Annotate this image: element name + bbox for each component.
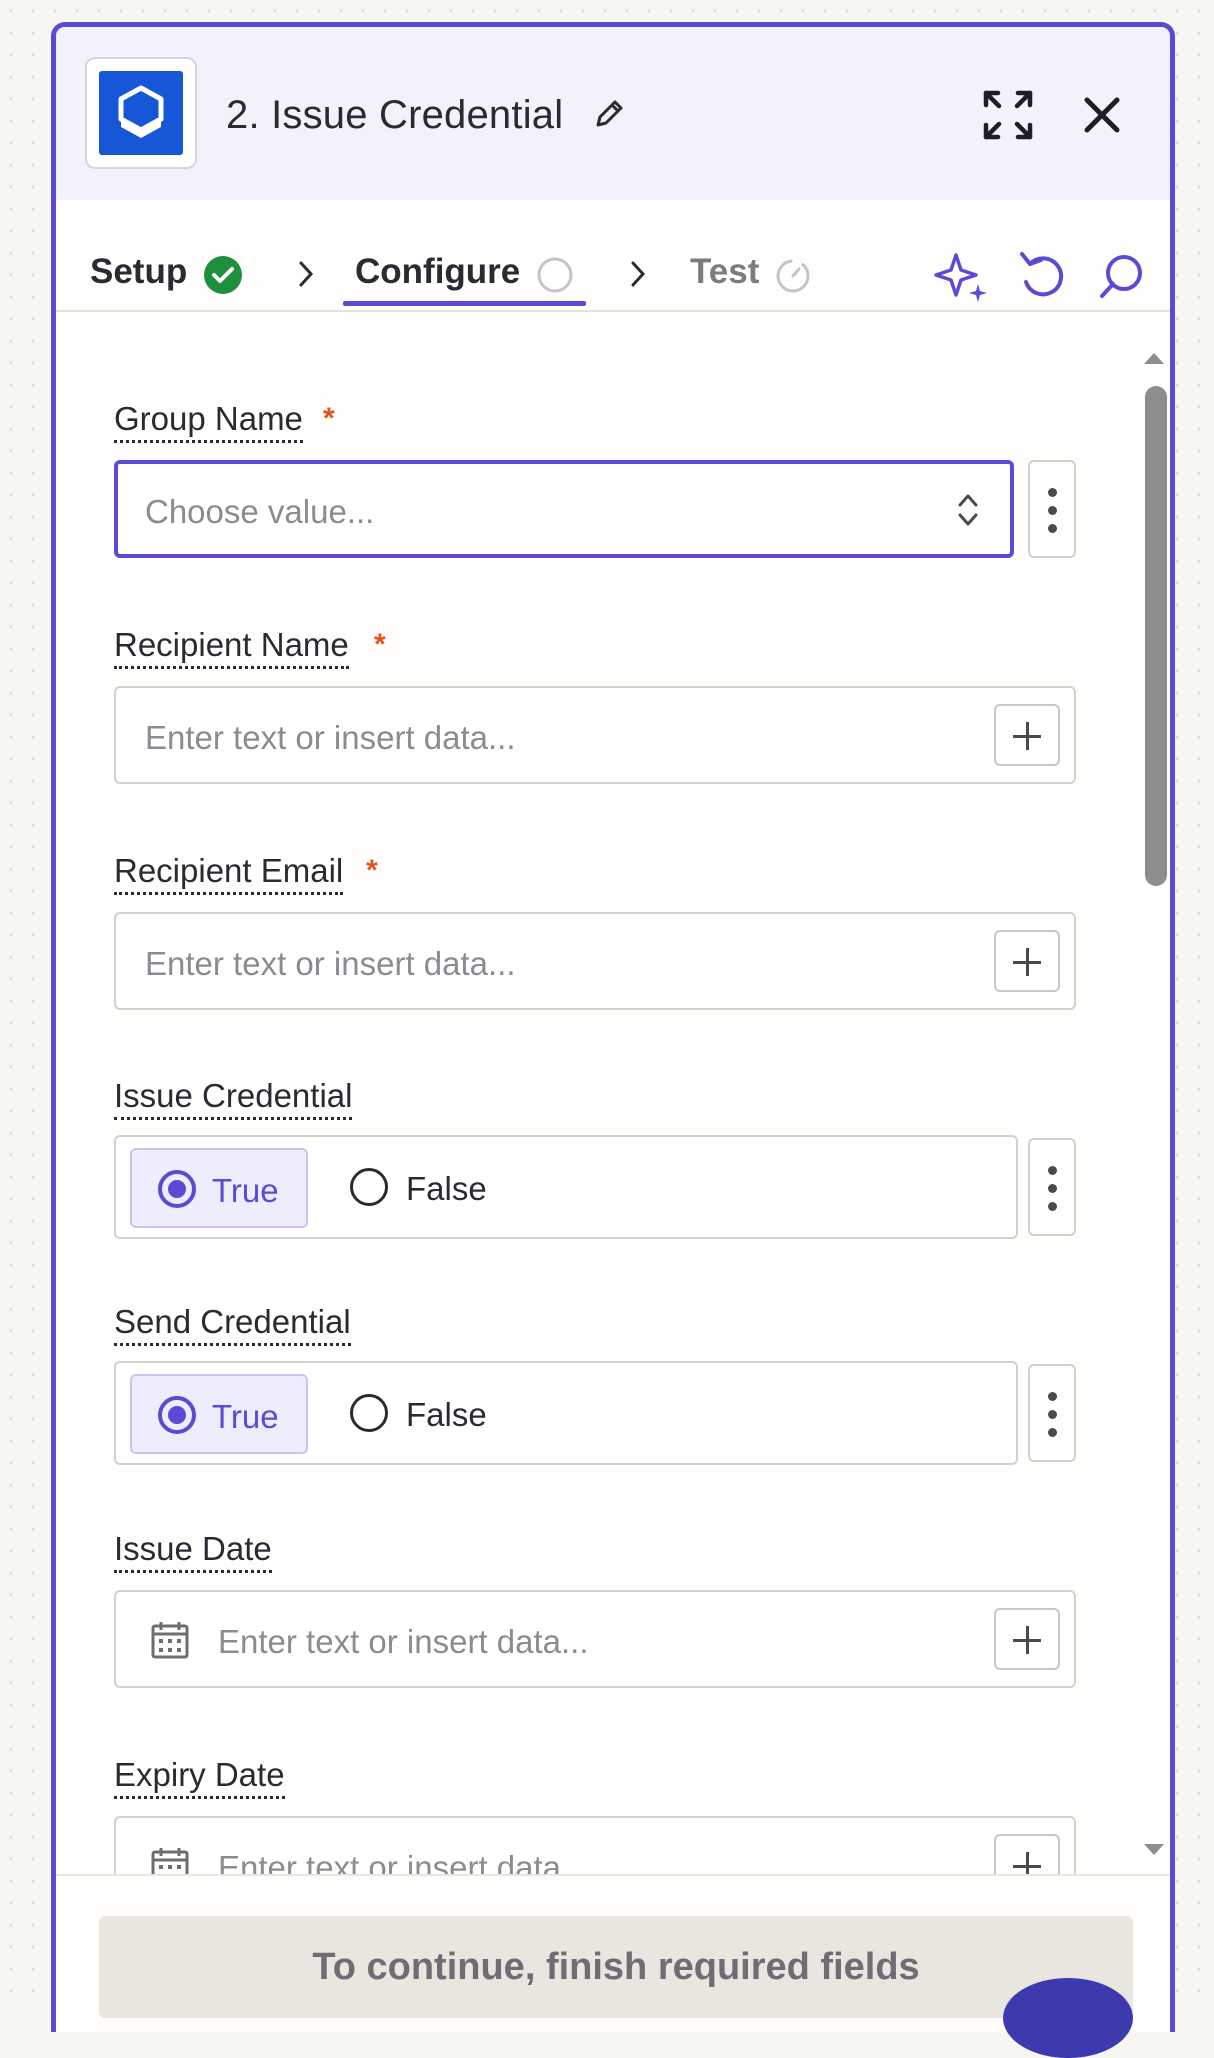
send-credential-true-option[interactable]: True	[130, 1374, 308, 1454]
group-name-options-button[interactable]	[1028, 460, 1076, 558]
expand-icon[interactable]	[982, 89, 1034, 141]
active-tab-indicator	[343, 301, 586, 306]
issue-date-placeholder: Enter text or insert data...	[218, 1623, 589, 1660]
recipient-name-input[interactable]: Enter text or insert data...	[114, 686, 1076, 784]
step-editor-panel: 2. Issue Credential Setup Configure Test…	[51, 22, 1175, 2032]
tab-configure[interactable]: Configure	[355, 252, 520, 292]
issue-credential-false-option[interactable]: False	[336, 1148, 496, 1228]
check-circle-icon	[204, 256, 242, 294]
issue-date-input[interactable]: Enter text or insert data...	[114, 1590, 1076, 1688]
panel-footer: To continue, finish required fields	[56, 1874, 1170, 2032]
send-credential-radio-group: True False	[114, 1361, 1018, 1465]
undo-icon[interactable]	[1016, 248, 1068, 302]
chevron-right-icon	[299, 261, 314, 287]
required-marker: *	[366, 854, 378, 887]
recipient-email-input[interactable]: Enter text or insert data...	[114, 912, 1076, 1010]
expiry-date-placeholder: Enter text or insert data...	[218, 1849, 589, 1874]
option-label: True	[212, 1398, 279, 1435]
insert-data-button[interactable]	[994, 930, 1060, 992]
radio-unselected-icon	[350, 1168, 388, 1206]
send-credential-label: Send Credential	[114, 1303, 351, 1346]
empty-circle-icon	[537, 257, 573, 293]
send-credential-options-button[interactable]	[1028, 1364, 1076, 1462]
panel-header: 2. Issue Credential	[56, 27, 1170, 200]
option-label: False	[406, 1396, 487, 1433]
issue-credential-label: Issue Credential	[114, 1077, 353, 1120]
scrollbar[interactable]	[1136, 312, 1170, 1874]
issue-credential-true-option[interactable]: True	[130, 1148, 308, 1228]
group-name-label: Group Name	[114, 400, 303, 443]
help-chat-button[interactable]	[1003, 1978, 1133, 2058]
scroll-down-arrow-icon[interactable]	[1142, 1842, 1166, 1858]
issue-credential-options-button[interactable]	[1028, 1138, 1076, 1236]
step-tabs: Setup Configure Test	[56, 200, 1170, 312]
continue-button[interactable]: To continue, finish required fields	[99, 1916, 1133, 2018]
pencil-icon[interactable]	[592, 97, 626, 131]
close-icon[interactable]	[1083, 96, 1121, 134]
recipient-email-placeholder: Enter text or insert data...	[145, 945, 516, 982]
tab-setup[interactable]: Setup	[90, 252, 187, 292]
calendar-icon	[151, 1622, 189, 1659]
expiry-date-label: Expiry Date	[114, 1756, 285, 1799]
group-name-select[interactable]: Choose value...	[114, 460, 1014, 558]
sparkle-ai-icon[interactable]	[934, 250, 994, 306]
app-icon-box	[85, 57, 197, 169]
insert-data-button[interactable]	[994, 704, 1060, 766]
comment-icon[interactable]	[1096, 252, 1146, 302]
radio-unselected-icon	[350, 1394, 388, 1432]
select-arrows-icon	[958, 494, 978, 526]
option-label: False	[406, 1170, 487, 1207]
issue-date-label: Issue Date	[114, 1530, 272, 1573]
issue-credential-radio-group: True False	[114, 1135, 1018, 1239]
insert-data-button[interactable]	[994, 1608, 1060, 1670]
group-name-placeholder: Choose value...	[145, 493, 375, 530]
step-title: 2. Issue Credential	[226, 93, 564, 137]
insert-data-button[interactable]	[994, 1834, 1060, 1874]
chevron-right-icon	[631, 261, 646, 287]
send-credential-false-option[interactable]: False	[336, 1374, 496, 1454]
required-marker: *	[323, 402, 335, 435]
scroll-up-arrow-icon[interactable]	[1142, 350, 1166, 366]
certifier-shield-icon	[99, 71, 183, 155]
required-marker: *	[374, 628, 386, 661]
timer-icon	[776, 259, 810, 293]
radio-selected-icon	[158, 1396, 196, 1434]
scrollbar-thumb[interactable]	[1145, 386, 1167, 886]
recipient-name-placeholder: Enter text or insert data...	[145, 719, 516, 756]
radio-selected-icon	[158, 1170, 196, 1208]
config-form: Group Name * Choose value... Recipient N…	[56, 312, 1170, 1874]
tab-test[interactable]: Test	[690, 252, 759, 292]
option-label: True	[212, 1172, 279, 1209]
recipient-email-label: Recipient Email	[114, 852, 344, 895]
calendar-icon	[151, 1848, 189, 1874]
recipient-name-label: Recipient Name	[114, 626, 349, 669]
expiry-date-input[interactable]: Enter text or insert data...	[114, 1816, 1076, 1874]
